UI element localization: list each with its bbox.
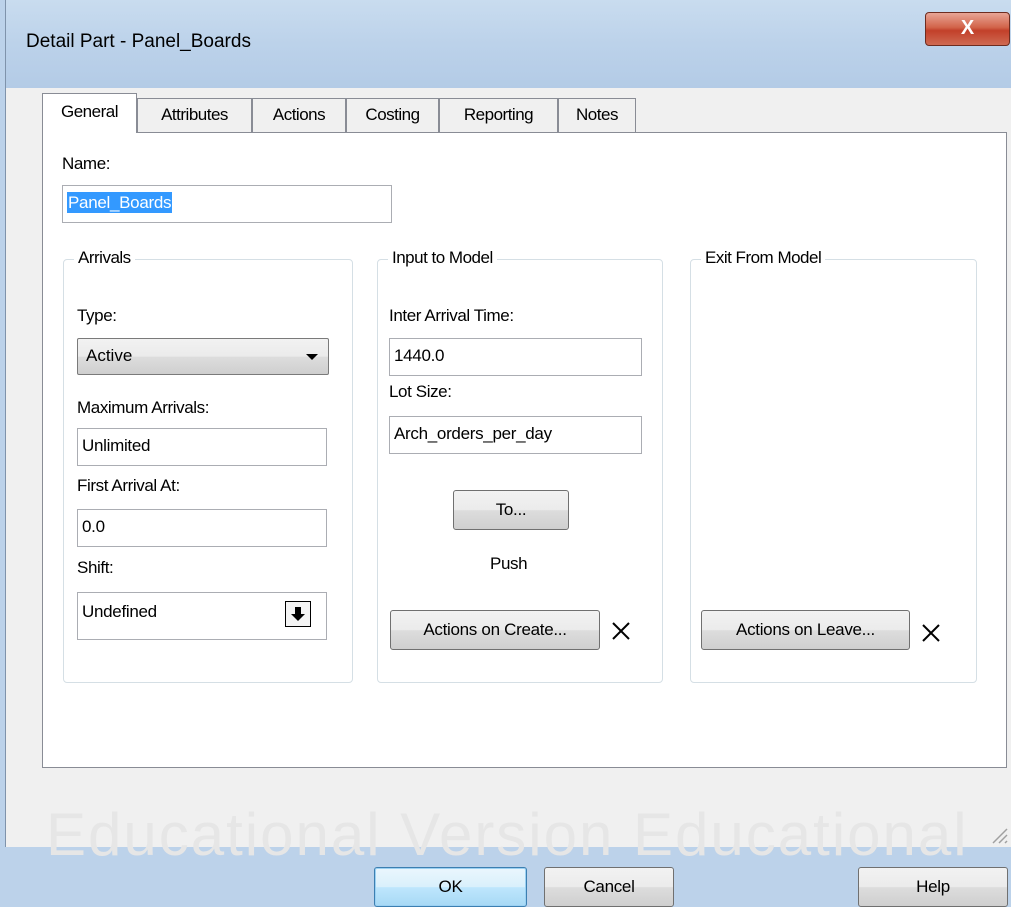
type-select[interactable]: Active xyxy=(77,338,329,375)
name-input[interactable]: Panel_Boards xyxy=(62,185,392,223)
exit-from-model-title: Exit From Model xyxy=(701,248,826,268)
input-to-model-title: Input to Model xyxy=(388,248,497,268)
routing-push-text: Push xyxy=(490,554,528,573)
tab-notes[interactable]: Notes xyxy=(558,98,636,132)
clear-leave-actions-icon[interactable] xyxy=(920,622,942,644)
arrivals-group: Arrivals Type: Active Maximum Arrivals: … xyxy=(63,248,353,683)
general-tab-panel: Name: Panel_Boards Arrivals Type: Active… xyxy=(42,132,1007,768)
tab-actions[interactable]: Actions xyxy=(252,98,346,132)
input-to-model-group: Input to Model Inter Arrival Time: 1440.… xyxy=(377,248,663,683)
to-button[interactable]: To... xyxy=(453,490,569,530)
dialog-body: General Attributes Actions Costing Repor… xyxy=(15,88,1011,907)
first-arrival-input[interactable]: 0.0 xyxy=(77,509,327,547)
first-arrival-label: First Arrival At: xyxy=(77,476,180,495)
dialog-footer: OK Cancel Help xyxy=(15,768,1011,907)
inter-arrival-label: Inter Arrival Time: xyxy=(389,306,514,325)
tab-attributes[interactable]: Attributes xyxy=(137,98,252,132)
title-bar: Detail Part - Panel_Boards X xyxy=(6,0,1011,88)
dialog-window: Detail Part - Panel_Boards X General Att… xyxy=(5,0,1011,907)
type-value: Active xyxy=(86,346,133,365)
lot-size-label: Lot Size: xyxy=(389,382,452,401)
inter-arrival-input[interactable]: 1440.0 xyxy=(389,338,642,376)
arrivals-group-title: Arrivals xyxy=(74,248,135,268)
chevron-down-icon xyxy=(306,354,318,360)
resize-grip-icon[interactable] xyxy=(987,823,1009,845)
ok-button[interactable]: OK xyxy=(374,867,527,907)
close-button[interactable]: X xyxy=(925,12,1010,46)
shift-field[interactable]: Undefined xyxy=(77,592,327,640)
shift-label: Shift: xyxy=(77,558,114,577)
cancel-button[interactable]: Cancel xyxy=(544,867,674,907)
shift-dropdown-button[interactable] xyxy=(285,601,311,627)
tab-reporting[interactable]: Reporting xyxy=(439,98,558,132)
tab-general[interactable]: General xyxy=(42,93,137,133)
lot-size-input[interactable]: Arch_orders_per_day xyxy=(389,416,642,454)
name-label: Name: xyxy=(62,154,111,173)
max-arrivals-input[interactable]: Unlimited xyxy=(77,428,327,466)
actions-on-create-button[interactable]: Actions on Create... xyxy=(390,610,600,650)
shift-value: Undefined xyxy=(82,602,157,621)
arrow-down-icon xyxy=(291,607,305,621)
max-arrivals-label: Maximum Arrivals: xyxy=(77,398,210,417)
clear-create-actions-icon[interactable] xyxy=(610,620,632,642)
window-title: Detail Part - Panel_Boards xyxy=(26,31,251,52)
exit-from-model-group: Exit From Model Actions on Leave... xyxy=(690,248,977,683)
actions-on-leave-button[interactable]: Actions on Leave... xyxy=(701,610,910,650)
close-icon: X xyxy=(960,17,975,39)
help-button[interactable]: Help xyxy=(858,867,1008,907)
type-label: Type: xyxy=(77,306,117,325)
tab-costing[interactable]: Costing xyxy=(346,98,439,132)
